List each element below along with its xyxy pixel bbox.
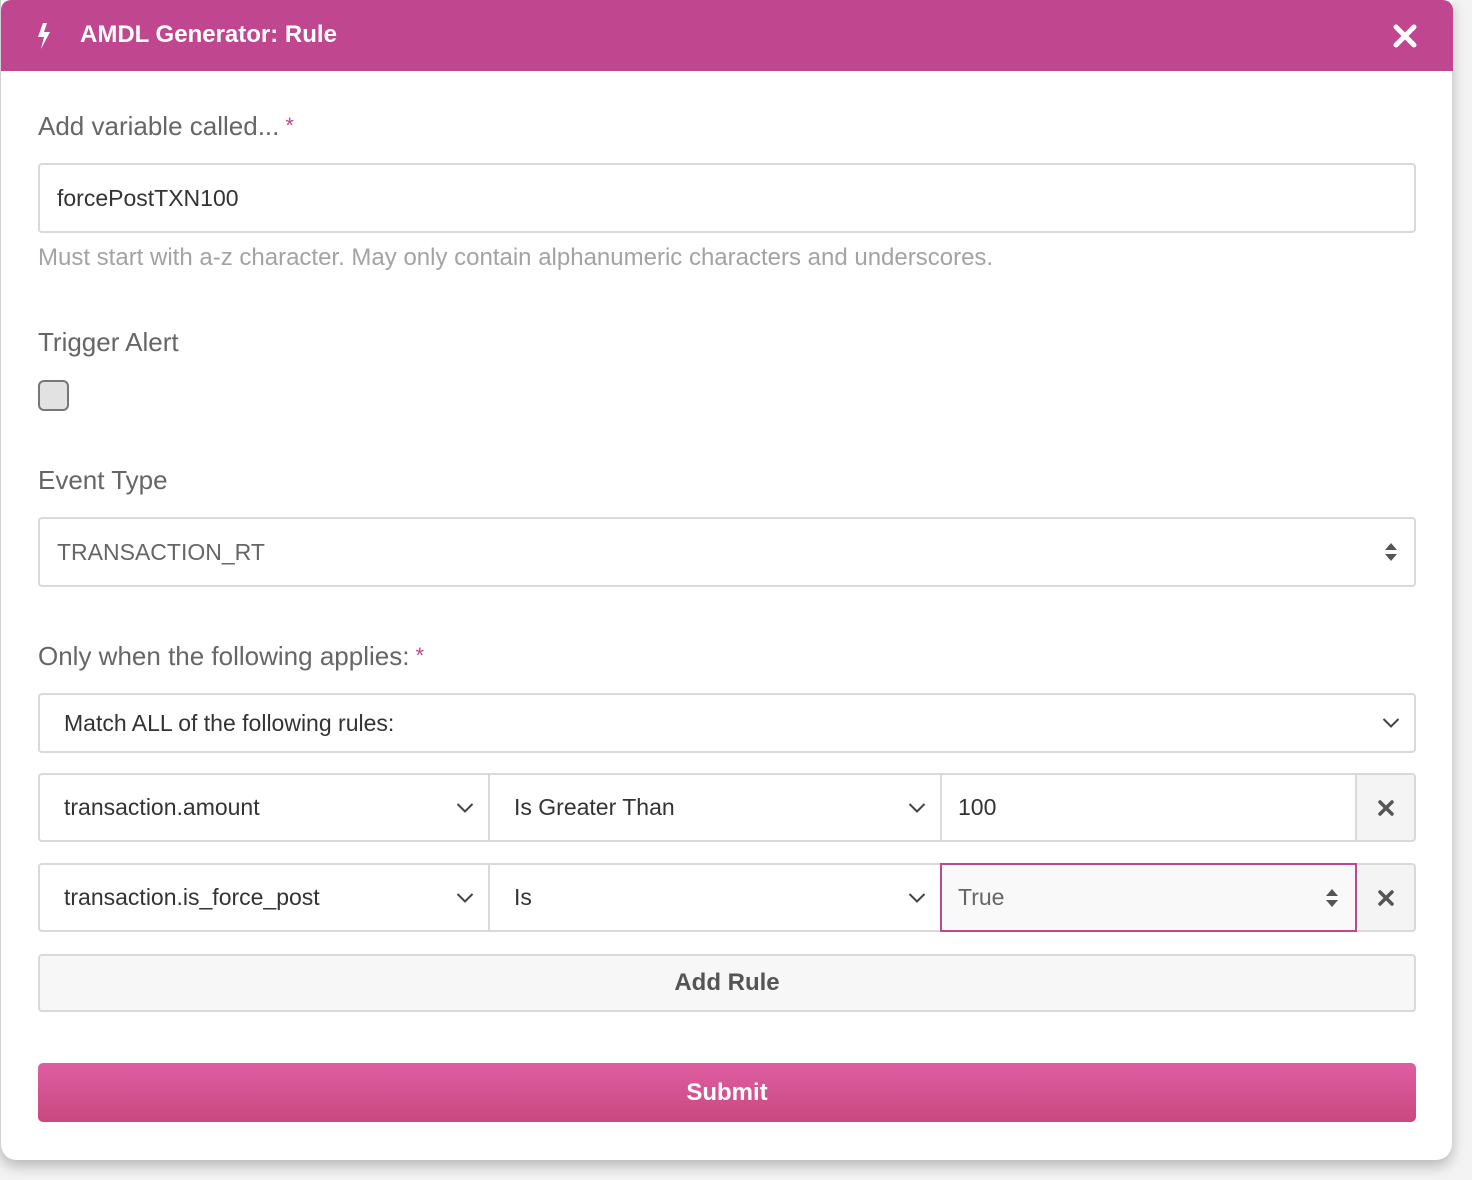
rule-field-select[interactable]: transaction.amount — [38, 773, 490, 842]
variable-name-input[interactable]: forcePostTXN100 — [38, 163, 1416, 233]
chevron-down-icon — [456, 802, 474, 813]
rule-value-text: 100 — [958, 794, 997, 820]
conditions-label-text: Only when the following applies: — [38, 641, 410, 671]
rule-operator-value: Is Greater Than — [514, 794, 675, 820]
rule-row: transaction.is_force_post Is True — [38, 863, 1416, 932]
trigger-alert-checkbox[interactable] — [38, 380, 69, 411]
event-type-select[interactable]: TRANSACTION_RT — [38, 517, 1416, 587]
trigger-alert-label: Trigger Alert — [38, 327, 179, 357]
rule-dialog: AMDL Generator: Rule Add variable called… — [0, 0, 1453, 1160]
variable-name-value: forcePostTXN100 — [57, 184, 239, 211]
variable-name-help: Must start with a-z character. May only … — [38, 244, 994, 271]
event-type-value: TRANSACTION_RT — [57, 538, 265, 565]
dialog-header: AMDL Generator: Rule — [1, 0, 1453, 71]
remove-rule-icon — [1377, 889, 1394, 906]
rule-operator-value: Is — [514, 884, 532, 910]
dialog-title: AMDL Generator: Rule — [80, 21, 337, 48]
rule-value-input[interactable]: 100 — [940, 773, 1357, 842]
rule-operator-select[interactable]: Is Greater Than — [488, 773, 942, 842]
conditions-label: Only when the following applies: * — [38, 640, 424, 674]
match-mode-select[interactable]: Match ALL of the following rules: — [38, 693, 1416, 753]
variable-name-label: Add variable called... * — [38, 110, 294, 144]
rule-row: transaction.amount Is Greater Than 100 — [38, 773, 1416, 842]
rule-value-text: True — [958, 884, 1005, 910]
close-icon[interactable] — [1391, 22, 1419, 50]
required-asterisk: * — [415, 643, 425, 668]
event-type-label: Event Type — [38, 465, 168, 495]
chevron-down-icon — [1382, 718, 1400, 728]
remove-rule-button[interactable] — [1355, 773, 1416, 842]
rule-field-select[interactable]: transaction.is_force_post — [38, 863, 490, 932]
remove-rule-icon — [1377, 799, 1394, 816]
chevron-down-icon — [908, 892, 926, 903]
required-asterisk: * — [285, 113, 294, 138]
lightning-bolt-icon — [38, 23, 50, 49]
rule-value-select[interactable]: True — [940, 863, 1357, 932]
remove-rule-button[interactable] — [1355, 863, 1416, 932]
match-mode-value: Match ALL of the following rules: — [64, 709, 395, 736]
chevron-down-icon — [908, 802, 926, 813]
rule-operator-select[interactable]: Is — [488, 863, 942, 932]
sort-arrows-icon — [1326, 888, 1338, 907]
variable-name-label-text: Add variable called... — [38, 111, 280, 141]
rule-field-value: transaction.is_force_post — [64, 884, 320, 910]
rule-field-value: transaction.amount — [64, 794, 260, 820]
add-rule-button[interactable]: Add Rule — [38, 954, 1416, 1012]
chevron-down-icon — [456, 892, 474, 903]
sort-arrows-icon — [1385, 543, 1397, 561]
submit-button[interactable]: Submit — [38, 1063, 1416, 1122]
